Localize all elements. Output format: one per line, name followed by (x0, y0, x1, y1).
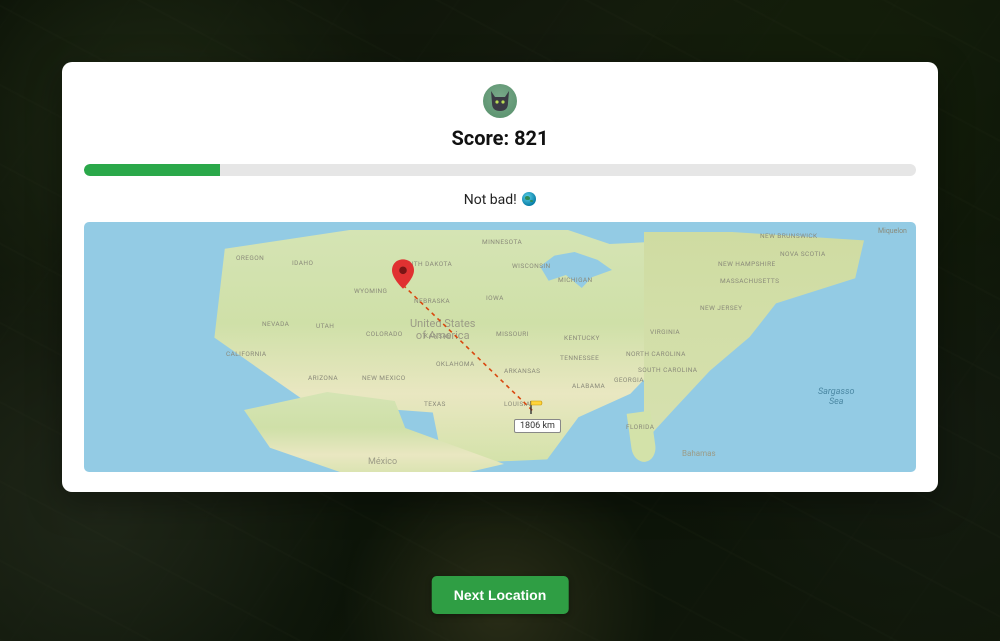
map-state-label: OREGON (236, 254, 264, 262)
map-label-usa: United Statesof America (410, 318, 475, 342)
map-state-label: MICHIGAN (558, 276, 593, 284)
map-state-label: CALIFORNIA (226, 350, 267, 358)
map-state-label: VIRGINIA (650, 328, 680, 336)
globe-icon (522, 192, 536, 206)
guess-pin-icon (392, 259, 414, 289)
map-state-label: LOUISIA (504, 400, 530, 408)
result-map[interactable]: OREGON IDAHO NEVADA UTAH CALIFORNIA ARIZONA NE… (84, 222, 916, 472)
map-state-label: MISSOURI (496, 330, 529, 338)
actual-location-flag-icon (528, 399, 544, 415)
map-state-label: FLORIDA (626, 423, 654, 431)
map-state-label: NEW MEXICO (362, 374, 406, 382)
avatar-cat-icon (486, 87, 514, 115)
map-state-label: MASSACHUSETTS (720, 277, 779, 285)
map-state-label: IDAHO (292, 259, 313, 267)
map-state-label: NEW JERSEY (700, 304, 742, 312)
feedback-text: Not bad! (84, 192, 916, 208)
feedback-message: Not bad! (464, 192, 517, 208)
map-state-label: OKLAHOMA (436, 360, 475, 368)
distance-label: 1806 km (514, 419, 561, 433)
map-state-label: ALABAMA (572, 382, 605, 390)
map-state-label: NORTH CAROLINA (626, 350, 686, 358)
map-label-bahamas: Bahamas (682, 450, 716, 459)
result-card: Score: 821 Not bad! OREGON IDAHO NEVADA UTA… (62, 62, 938, 492)
map-state-label: KENTUCKY (564, 334, 600, 342)
map-state-label: WISCONSIN (512, 262, 551, 270)
map-label-mexico: México (368, 458, 397, 468)
map-state-label: IOWA (486, 294, 504, 302)
map-state-label: SOUTH CAROLINA (638, 366, 697, 374)
map-state-label: NEBRASKA (414, 297, 450, 305)
map-state-label: NEW HAMPSHIRE (718, 260, 776, 268)
score-prefix: Score: (451, 126, 514, 150)
map-state-label: TEXAS (424, 400, 446, 408)
score-text: Score: 821 (84, 126, 916, 150)
map-state-label: NEVADA (262, 320, 289, 328)
score-value: 821 (514, 126, 548, 150)
map-state-label: ARKANSAS (504, 367, 540, 375)
map-state-label: GEORGIA (614, 376, 644, 384)
map-label-sargasso: SargassoSea (818, 388, 854, 408)
map-label-miquelon: Miquelon (878, 228, 907, 236)
map-state-label: TENNESSEE (560, 354, 599, 362)
map-state-label: COLORADO (366, 330, 403, 338)
map-state-label: ARIZONA (308, 374, 338, 382)
map-state-label: UTAH (316, 322, 334, 330)
score-progress-fill (84, 164, 220, 176)
map-state-label: NOVA SCOTIA (780, 250, 826, 258)
map-state-label: WYOMING (354, 287, 387, 295)
map-state-label: MINNESOTA (482, 238, 522, 246)
score-progress (84, 164, 916, 176)
avatar (483, 84, 517, 118)
next-location-button[interactable]: Next Location (432, 576, 569, 614)
map-state-label: NEW BRUNSWICK (760, 232, 818, 240)
